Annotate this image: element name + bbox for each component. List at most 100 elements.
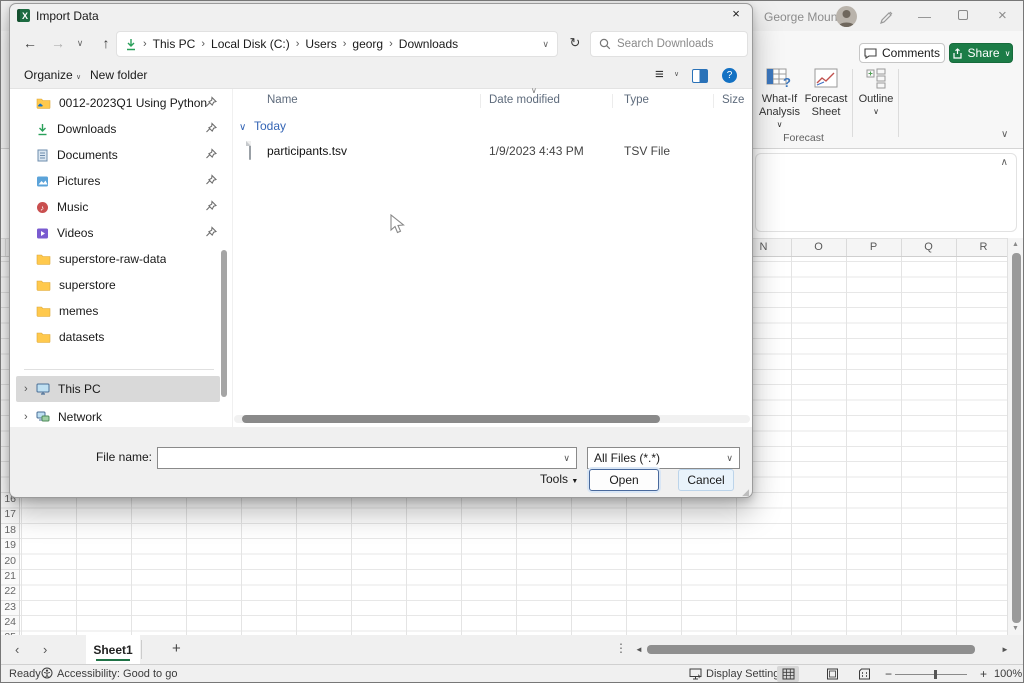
column-header-size[interactable]: Size — [722, 94, 744, 106]
row-number[interactable]: 19 — [1, 539, 16, 551]
status-accessibility[interactable]: Accessibility: Good to go — [57, 668, 177, 680]
file-type-dropdown-chevron[interactable]: ∨ — [726, 453, 733, 464]
formula-bar-collapse-chevron[interactable]: ∧ — [1001, 157, 1008, 168]
row-number[interactable]: 22 — [1, 585, 16, 597]
back-button[interactable]: ← — [18, 32, 42, 54]
refresh-button[interactable]: ↻ — [564, 32, 586, 54]
tabbar-splitter-handle[interactable]: ⋮ — [615, 641, 627, 655]
organize-button[interactable]: Organize ∨ — [24, 68, 81, 82]
avatar[interactable] — [836, 6, 857, 27]
sidebar-item-pictures[interactable]: Pictures — [16, 168, 220, 194]
row-number[interactable]: 18 — [1, 524, 16, 536]
scroll-up-icon[interactable]: ▲ — [1008, 241, 1023, 248]
row-number[interactable]: 24 — [1, 616, 16, 628]
column-letter[interactable]: P — [846, 241, 901, 253]
status-display-settings[interactable]: Display Settings — [706, 668, 785, 680]
open-button[interactable]: Open — [589, 469, 659, 491]
dialog-titlebar[interactable]: X Import Data × — [10, 4, 752, 27]
column-header-type[interactable]: Type — [624, 94, 649, 106]
expand-chevron-icon[interactable]: › — [24, 411, 28, 423]
file-row-participants[interactable]: participants.tsv 1/9/2023 4:43 PM TSV Fi… — [234, 141, 746, 163]
file-name-combobox[interactable]: ∨ — [157, 447, 577, 469]
group-collapse-chevron[interactable]: ∨ — [239, 122, 246, 133]
zoom-level[interactable]: 100% — [994, 668, 1022, 680]
sheet-nav-prev-button[interactable]: ‹ — [15, 642, 19, 657]
sidebar-item-this-pc[interactable]: › This PC — [16, 376, 220, 402]
file-name-input[interactable] — [158, 448, 543, 468]
ribbon-collapse-chevron[interactable]: ∨ — [1001, 129, 1008, 140]
breadcrumb-downloads[interactable]: Downloads — [399, 37, 458, 51]
column-letter[interactable]: Q — [901, 241, 956, 253]
vertical-scrollbar-thumb[interactable] — [1012, 253, 1021, 623]
breadcrumb-users[interactable]: Users — [305, 37, 336, 51]
filelist-hscroll-thumb[interactable] — [242, 415, 660, 423]
sidebar-item-superstore[interactable]: superstore — [16, 272, 220, 298]
cancel-button[interactable]: Cancel — [678, 469, 734, 491]
sidebar-item-superstore-raw-data[interactable]: superstore-raw-data — [16, 246, 220, 272]
list-view-button[interactable]: ≡ — [655, 66, 664, 83]
share-button[interactable]: Share ∨ — [949, 43, 1013, 63]
up-button[interactable]: ↑ — [94, 32, 118, 54]
comments-button[interactable]: Comments — [859, 43, 945, 63]
file-type-combobox[interactable]: All Files (*.*) ∨ — [587, 447, 740, 469]
sidebar-scrollbar-thumb[interactable] — [221, 250, 227, 397]
hscroll-right-icon[interactable]: ► — [1001, 645, 1009, 654]
sheet-nav-next-button[interactable]: › — [43, 642, 47, 657]
address-bar[interactable]: › This PC › Local Disk (C:) › Users › ge… — [116, 31, 558, 57]
restore-button[interactable] — [958, 10, 968, 20]
row-number[interactable]: 20 — [1, 555, 16, 567]
column-separator[interactable] — [480, 94, 481, 108]
formula-bar-panel[interactable]: ∧ — [755, 153, 1017, 232]
scroll-down-icon[interactable]: ▼ — [1008, 625, 1023, 632]
file-name-dropdown-chevron[interactable]: ∨ — [563, 453, 570, 464]
sidebar-item-videos[interactable]: Videos — [16, 220, 220, 246]
sidebar-item-documents[interactable]: Documents — [16, 142, 220, 168]
excel-close-button[interactable]: × — [998, 9, 1007, 23]
pen-icon[interactable] — [879, 11, 894, 30]
new-folder-button[interactable]: New folder — [90, 68, 147, 82]
recent-locations-chevron[interactable]: ∨ — [72, 32, 88, 54]
add-sheet-button[interactable]: + — [172, 640, 181, 657]
sidebar-item-memes[interactable]: memes — [16, 298, 220, 324]
group-header-today[interactable]: Today — [254, 119, 286, 133]
search-box[interactable] — [590, 31, 748, 57]
hscroll-left-icon[interactable]: ◄ — [635, 645, 643, 654]
filelist-horizontal-scrollbar[interactable] — [234, 415, 750, 423]
zoom-slider-thumb[interactable] — [934, 670, 937, 679]
expand-chevron-icon[interactable]: › — [24, 383, 28, 395]
preview-pane-button[interactable] — [692, 69, 708, 83]
sidebar-item-datasets[interactable]: datasets — [16, 324, 220, 350]
ribbon-whatif-analysis-button[interactable]: ? What-If Analysis ∨ — [756, 67, 803, 132]
column-separator[interactable] — [612, 94, 613, 108]
minimize-button[interactable]: — — [918, 10, 931, 24]
vertical-scrollbar[interactable]: ▲ ▼ — [1007, 238, 1023, 635]
ribbon-outline-button[interactable]: Outline ∨ — [856, 67, 896, 118]
sidebar-item-0012-folder[interactable]: 0012-2023Q1 Using Python with Ex — [16, 90, 220, 116]
tools-button[interactable]: Tools ▼ — [540, 472, 578, 486]
column-separator[interactable] — [713, 94, 714, 108]
zoom-slider-track[interactable] — [895, 674, 967, 675]
view-page-break-button[interactable] — [853, 666, 875, 682]
column-header-name[interactable]: Name — [267, 94, 298, 106]
tab-sheet1[interactable]: Sheet1 — [86, 635, 140, 664]
zoom-out-button[interactable]: − — [885, 667, 892, 681]
row-number[interactable]: 21 — [1, 570, 16, 582]
column-letter[interactable]: R — [956, 241, 1011, 253]
zoom-in-button[interactable]: + — [980, 667, 987, 681]
row-number[interactable]: 23 — [1, 601, 16, 613]
ribbon-forecast-sheet-button[interactable]: Forecast Sheet — [803, 67, 849, 118]
sidebar-item-music[interactable]: ♪ Music — [16, 194, 220, 220]
address-dropdown-chevron[interactable]: ∨ — [542, 39, 549, 50]
view-page-layout-button[interactable] — [821, 666, 843, 682]
breadcrumb-georg[interactable]: georg — [352, 37, 383, 51]
forward-button[interactable]: → — [46, 32, 70, 54]
help-button[interactable]: ? — [722, 68, 737, 83]
sidebar-item-downloads[interactable]: Downloads — [16, 116, 220, 142]
resize-grip[interactable]: ◢ — [742, 487, 749, 498]
view-normal-button[interactable] — [777, 666, 799, 682]
column-letter[interactable]: O — [791, 241, 846, 253]
column-header-date-modified[interactable]: Date modified — [489, 94, 560, 106]
breadcrumb-this-pc[interactable]: This PC — [153, 37, 196, 51]
horizontal-scrollbar-thumb[interactable] — [647, 645, 975, 654]
dialog-close-button[interactable]: × — [726, 6, 746, 24]
